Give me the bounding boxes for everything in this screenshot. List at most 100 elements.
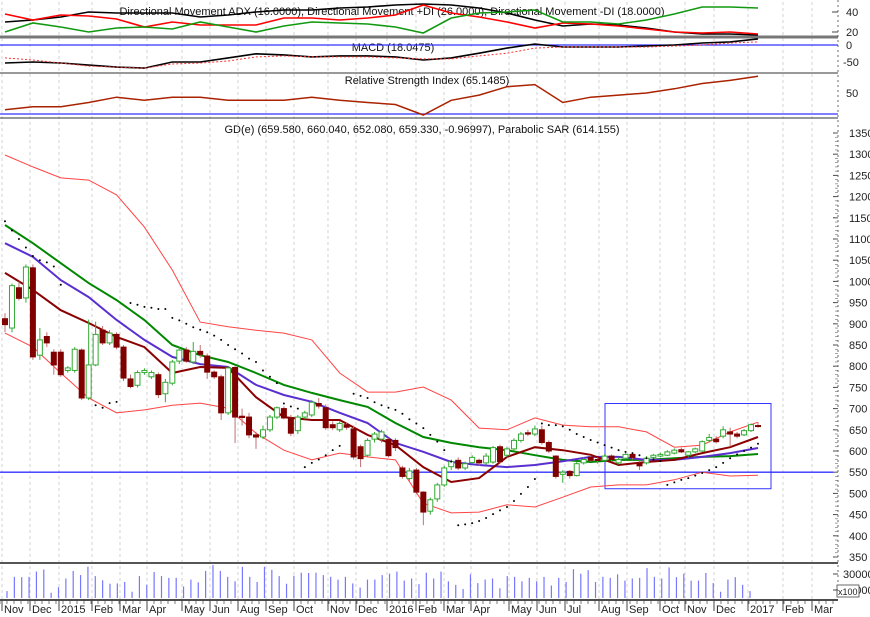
sar-dot bbox=[443, 449, 446, 452]
candle bbox=[413, 467, 420, 495]
sar-dot bbox=[743, 450, 746, 452]
y-tick-label: 650 bbox=[849, 425, 867, 437]
x-tick-label: May bbox=[511, 604, 532, 616]
sar-dot bbox=[610, 446, 613, 449]
sar-dot bbox=[338, 444, 341, 447]
x-tick-label: Dec bbox=[716, 604, 736, 616]
candle-body bbox=[232, 366, 239, 418]
candle-body bbox=[685, 451, 692, 456]
candle bbox=[559, 470, 566, 483]
sar-dot bbox=[603, 444, 606, 447]
sar-dot bbox=[666, 483, 669, 486]
y-tick-label: 550 bbox=[849, 467, 867, 479]
sar-dot bbox=[617, 449, 620, 452]
candle-body bbox=[329, 424, 336, 429]
candle bbox=[155, 372, 162, 398]
candle bbox=[552, 455, 559, 479]
candle-body bbox=[531, 428, 538, 435]
candle-body bbox=[413, 469, 420, 493]
candle-body bbox=[629, 453, 636, 458]
candle-body bbox=[720, 429, 727, 437]
sar-dot bbox=[282, 402, 285, 405]
sar-dot bbox=[171, 316, 174, 319]
candle-body bbox=[239, 415, 246, 419]
sar-dot bbox=[729, 457, 732, 460]
candle bbox=[57, 349, 64, 377]
x-tick-label: 2017 bbox=[750, 604, 774, 616]
candle bbox=[64, 366, 71, 373]
candle bbox=[43, 332, 50, 348]
sar-dot bbox=[164, 307, 167, 310]
candle-body bbox=[559, 471, 566, 475]
candle-body bbox=[246, 416, 253, 436]
candle bbox=[287, 414, 294, 437]
rsi-panel: Relative Strength Index (65.1485) 50 bbox=[0, 75, 858, 116]
candle-body bbox=[545, 442, 552, 452]
sar-dot bbox=[220, 338, 223, 341]
sar-dot bbox=[561, 425, 564, 428]
sar-dot bbox=[129, 302, 132, 305]
sar-dot bbox=[52, 265, 55, 268]
candle-body bbox=[580, 458, 587, 464]
y-tick-label: 1200 bbox=[849, 192, 870, 204]
sar-dot bbox=[366, 397, 369, 399]
y-tick-label: 350 bbox=[849, 552, 867, 564]
sar-dot bbox=[261, 369, 264, 372]
sar-dot bbox=[310, 461, 313, 464]
candle bbox=[22, 264, 29, 303]
x-tick-label: Aug bbox=[601, 604, 621, 616]
candle bbox=[545, 440, 552, 454]
y-tick-label: 750 bbox=[849, 382, 867, 394]
candle bbox=[246, 412, 253, 439]
y-tick-label: 1100 bbox=[849, 234, 870, 246]
candle-body bbox=[692, 448, 699, 453]
sar-dot bbox=[429, 433, 432, 436]
candle bbox=[601, 454, 608, 462]
candle-body bbox=[176, 349, 183, 362]
dmi-tick-20: 20 bbox=[846, 27, 858, 39]
candle-body bbox=[343, 424, 350, 428]
y-tick-label: 950 bbox=[849, 298, 867, 310]
sar-dot bbox=[24, 246, 27, 249]
macd-tick-minus50: -50 bbox=[843, 57, 859, 69]
candle bbox=[427, 497, 434, 515]
stock-chart: Directional Movement ADX (16.0000), Dire… bbox=[0, 0, 870, 616]
x-tick-label: Jun bbox=[539, 604, 557, 616]
candle-body bbox=[127, 378, 134, 388]
x-tick-label: Apr bbox=[149, 604, 166, 616]
candle-body bbox=[741, 430, 748, 436]
candle-body bbox=[99, 329, 106, 344]
sar-dot bbox=[59, 283, 62, 286]
candle-body bbox=[399, 467, 406, 477]
sar-dot bbox=[694, 474, 697, 477]
sar-dot bbox=[275, 382, 278, 385]
candle-body bbox=[273, 407, 280, 418]
y-tick-label: 400 bbox=[849, 531, 867, 543]
candle-body bbox=[385, 439, 392, 457]
candle-body bbox=[566, 470, 573, 477]
candle-body bbox=[71, 348, 78, 371]
sar-dot bbox=[715, 466, 718, 469]
candle bbox=[232, 366, 239, 443]
sar-dot bbox=[652, 458, 655, 461]
candle bbox=[392, 438, 399, 451]
candle-body bbox=[483, 455, 490, 464]
candle bbox=[720, 426, 727, 439]
y-tick-label: 900 bbox=[849, 319, 867, 331]
candle bbox=[566, 470, 573, 479]
candle-body bbox=[64, 367, 71, 371]
sar-dot bbox=[185, 322, 188, 325]
x-tick-label: Sep bbox=[629, 604, 649, 616]
x-tick-label: 2016 bbox=[389, 604, 413, 616]
candle-body bbox=[336, 422, 343, 431]
candle bbox=[218, 374, 225, 421]
candle-body bbox=[427, 499, 434, 512]
candle-body bbox=[141, 369, 148, 374]
candle-body bbox=[664, 451, 671, 456]
x-tick-label: Dec bbox=[358, 604, 378, 616]
price-panel: GD(e) (659.580, 660.040, 652.080, 659.33… bbox=[0, 124, 870, 564]
candle bbox=[78, 348, 85, 401]
y-tick-label: 450 bbox=[849, 510, 867, 522]
sar-dot bbox=[750, 446, 753, 449]
x-tick-label: Mar bbox=[446, 604, 465, 616]
